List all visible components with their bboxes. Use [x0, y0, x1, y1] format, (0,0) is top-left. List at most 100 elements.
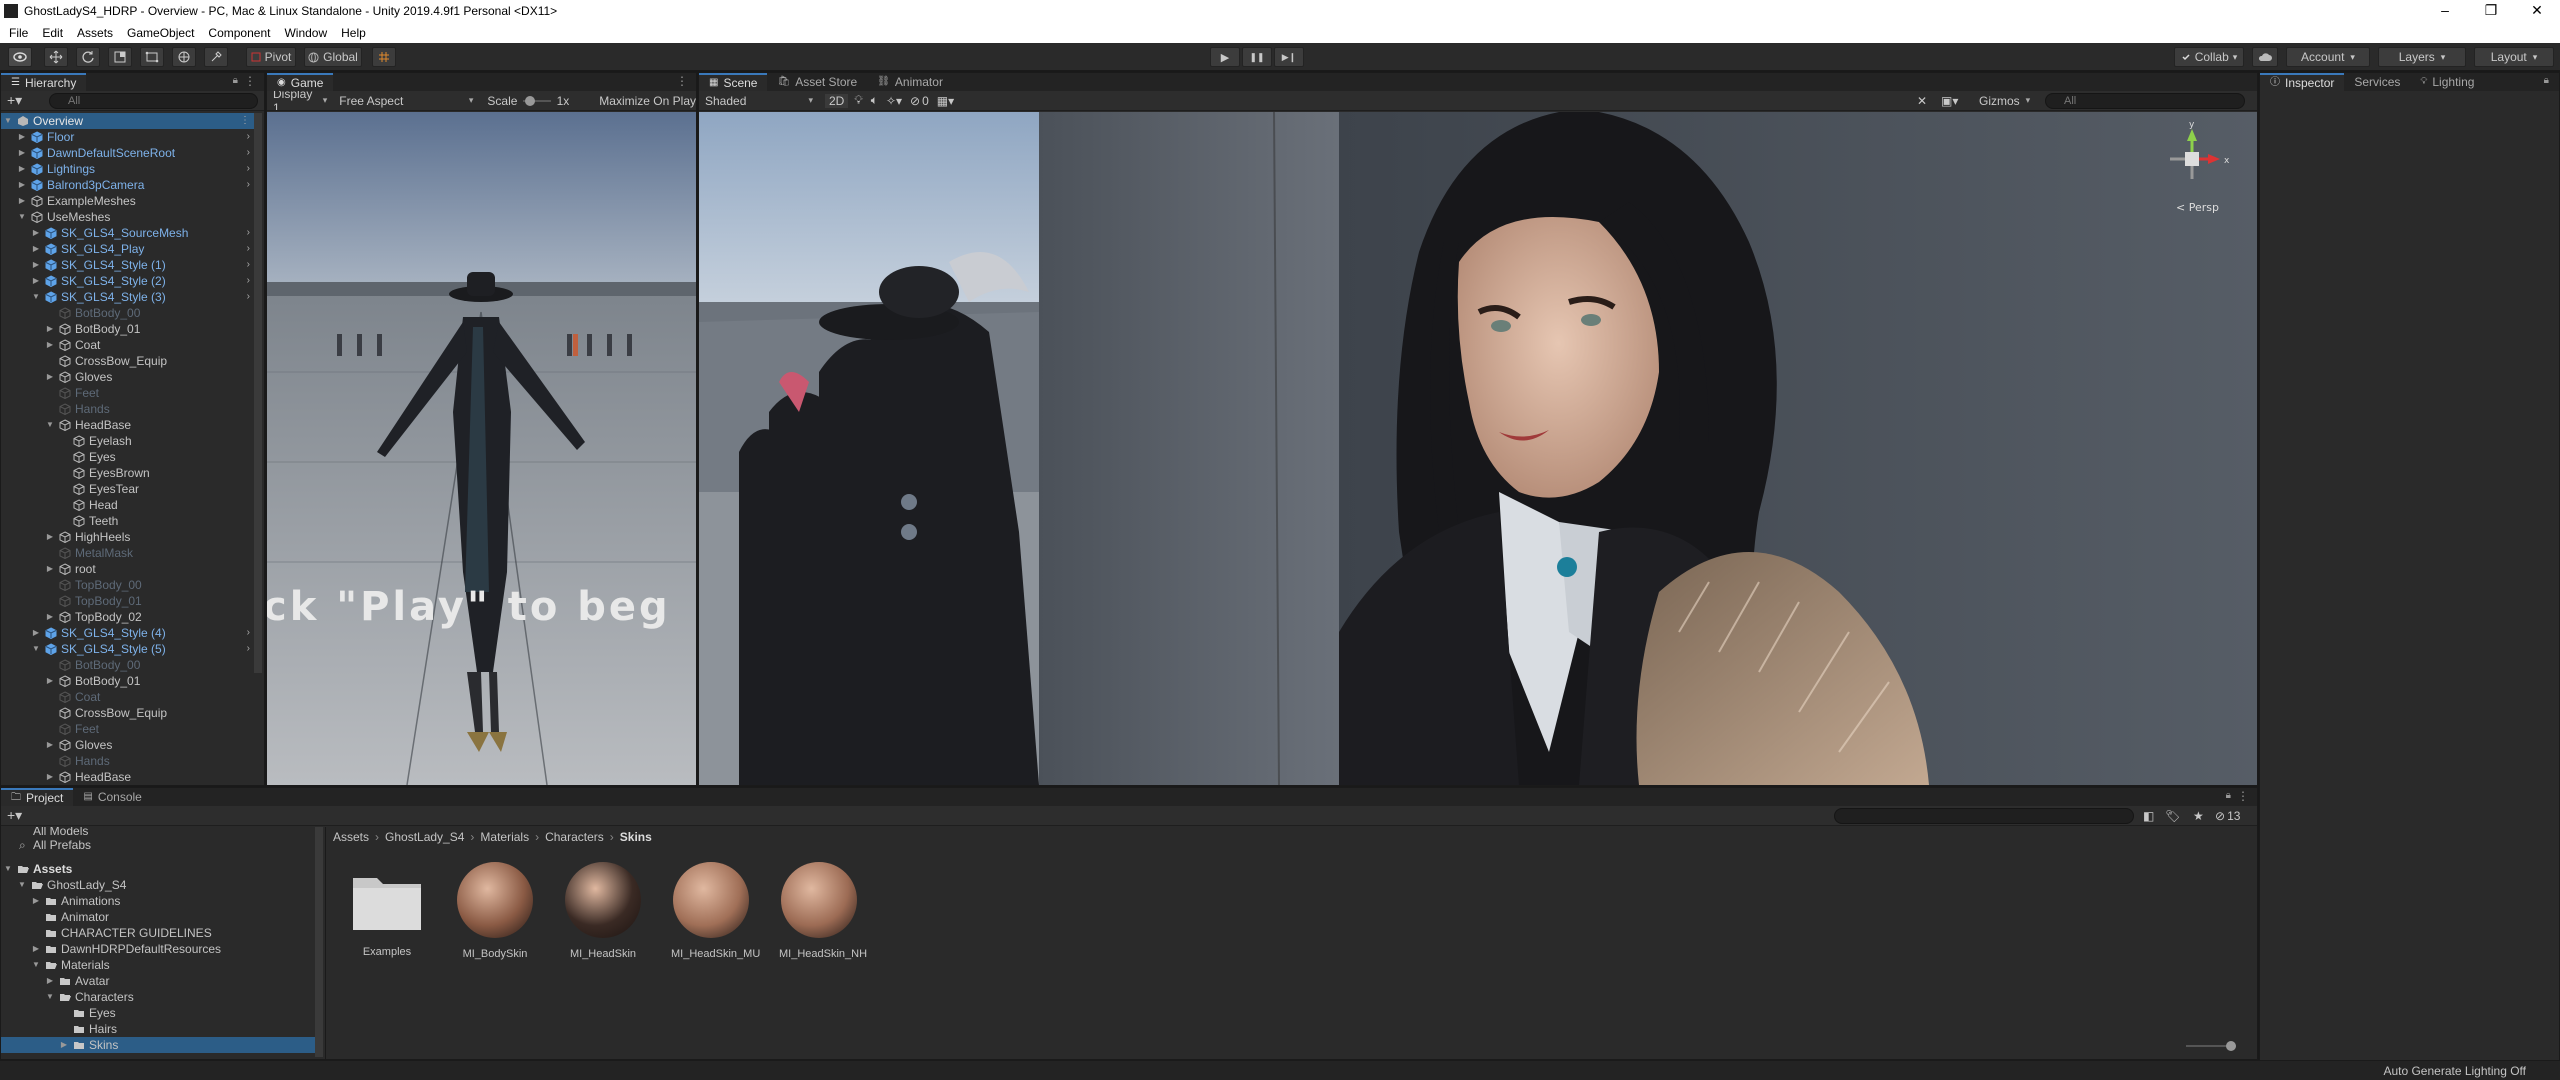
- project-folder-item[interactable]: ▶ DawnHDRPDefaultResources: [1, 941, 315, 957]
- maximize-on-play-toggle[interactable]: Maximize On Play: [599, 94, 696, 108]
- rotate-tool-icon[interactable]: [76, 47, 100, 67]
- maximize-button[interactable]: ❐: [2468, 0, 2514, 22]
- expand-arrow-icon[interactable]: ▼: [3, 861, 13, 877]
- hierarchy-item[interactable]: ▶ ExampleMeshes: [1, 193, 254, 209]
- hierarchy-item[interactable]: Feet: [1, 721, 254, 737]
- hierarchy-item[interactable]: ▶ SK_GLS4_Style (2) ›: [1, 273, 254, 289]
- move-tool-icon[interactable]: [44, 47, 68, 67]
- tab-scene[interactable]: ▦ Scene: [699, 73, 768, 91]
- project-folder-item[interactable]: CHARACTER GUIDELINES: [1, 925, 315, 941]
- effects-dropdown-icon[interactable]: ✧▾: [886, 94, 902, 108]
- collapse-arrow-icon[interactable]: ▶: [45, 337, 55, 353]
- hierarchy-item[interactable]: BotBody_00: [1, 305, 254, 321]
- collapse-arrow-icon[interactable]: ▶: [31, 941, 41, 957]
- perspective-label[interactable]: < Persp: [2176, 201, 2219, 214]
- collapse-arrow-icon[interactable]: ▶: [31, 273, 41, 289]
- lighting-toggle-icon[interactable]: 💡︎: [854, 93, 862, 108]
- hierarchy-item[interactable]: ▼ SK_GLS4_Style (3) ›: [1, 289, 254, 305]
- collapse-arrow-icon[interactable]: ▶: [59, 1037, 69, 1053]
- collapse-arrow-icon[interactable]: ▶: [45, 769, 55, 785]
- hierarchy-item[interactable]: ▶ HighHeels: [1, 529, 254, 545]
- thumbnail-size-slider[interactable]: [2186, 1041, 2236, 1051]
- kebab-menu-icon[interactable]: ⋮: [244, 74, 256, 88]
- project-folder-item[interactable]: ▶ Avatar: [1, 973, 315, 989]
- search-by-type-icon[interactable]: ◧: [2143, 809, 2154, 823]
- grid-dropdown-icon[interactable]: ▦▾: [937, 94, 954, 108]
- hierarchy-item[interactable]: MetalMask: [1, 545, 254, 561]
- open-prefab-chevron-icon[interactable]: ›: [247, 289, 250, 305]
- expand-arrow-icon[interactable]: ▼: [3, 113, 13, 129]
- hierarchy-scene-row[interactable]: ▼ Overview ⋮: [1, 113, 254, 129]
- tab-console[interactable]: ▤ Console: [73, 788, 151, 806]
- collapse-arrow-icon[interactable]: ▶: [31, 225, 41, 241]
- pivot-toggle[interactable]: Pivot: [246, 47, 296, 67]
- step-button[interactable]: ▶❙: [1274, 47, 1304, 67]
- global-toggle[interactable]: Global: [304, 47, 362, 67]
- game-viewport[interactable]: ck "Play" to beg: [267, 112, 696, 785]
- open-prefab-chevron-icon[interactable]: ›: [247, 273, 250, 289]
- breadcrumb-characters[interactable]: Characters: [545, 830, 604, 844]
- expand-arrow-icon[interactable]: ▼: [31, 641, 41, 657]
- open-prefab-chevron-icon[interactable]: ›: [247, 641, 250, 657]
- tab-lighting[interactable]: 💡︎ Lighting: [2410, 73, 2484, 91]
- camera-dropdown-icon[interactable]: ▣▾: [1941, 94, 1958, 108]
- hierarchy-item[interactable]: Head: [1, 497, 254, 513]
- scale-tool-icon[interactable]: [108, 47, 132, 67]
- menu-component[interactable]: Component: [201, 26, 277, 40]
- close-button[interactable]: ✕: [2514, 0, 2560, 22]
- collapse-arrow-icon[interactable]: ▶: [31, 893, 41, 909]
- rect-tool-icon[interactable]: [140, 47, 164, 67]
- hierarchy-item[interactable]: TopBody_01: [1, 593, 254, 609]
- open-prefab-chevron-icon[interactable]: ›: [247, 129, 250, 145]
- menu-file[interactable]: File: [2, 26, 35, 40]
- collapse-arrow-icon[interactable]: ▶: [31, 257, 41, 273]
- account-dropdown[interactable]: Account ▾: [2286, 47, 2370, 67]
- scene-viewport[interactable]: y x < Persp: [699, 112, 2257, 785]
- tab-services[interactable]: Services: [2344, 73, 2410, 91]
- audio-toggle-icon[interactable]: 🔈︎: [871, 93, 878, 108]
- hierarchy-item[interactable]: ▼ SK_GLS4_Style (5) ›: [1, 641, 254, 657]
- tab-animator[interactable]: ⛓︎ Animator: [867, 73, 953, 91]
- search-by-label-icon[interactable]: 🏷︎: [2165, 809, 2180, 823]
- hierarchy-item[interactable]: ▶ HeadBase: [1, 769, 254, 785]
- hierarchy-item[interactable]: ▶ SK_GLS4_Style (1) ›: [1, 257, 254, 273]
- collapse-arrow-icon[interactable]: ▶: [45, 529, 55, 545]
- cloud-icon[interactable]: [2252, 47, 2278, 67]
- open-prefab-chevron-icon[interactable]: ›: [247, 145, 250, 161]
- layers-dropdown[interactable]: Layers ▾: [2378, 47, 2466, 67]
- open-prefab-chevron-icon[interactable]: ›: [247, 177, 250, 193]
- asset-material-tile[interactable]: MI_HeadSkin_NH: [779, 860, 867, 960]
- open-prefab-chevron-icon[interactable]: ›: [247, 625, 250, 641]
- project-folder-item[interactable]: Eyes: [1, 1005, 315, 1021]
- hierarchy-item[interactable]: ▶ DawnDefaultSceneRoot ›: [1, 145, 254, 161]
- hierarchy-item[interactable]: ▶ BotBody_01: [1, 321, 254, 337]
- display-dropdown[interactable]: Display 1: [267, 91, 333, 110]
- expand-arrow-icon[interactable]: ▼: [17, 209, 27, 225]
- hierarchy-item[interactable]: Coat: [1, 689, 254, 705]
- hierarchy-item[interactable]: ▶ Gloves: [1, 369, 254, 385]
- breadcrumb-materials[interactable]: Materials: [480, 830, 529, 844]
- asset-material-tile[interactable]: MI_HeadSkin: [563, 860, 643, 960]
- create-plus-icon[interactable]: +▾: [1, 92, 26, 109]
- collapse-arrow-icon[interactable]: ▶: [45, 321, 55, 337]
- hierarchy-item[interactable]: EyesTear: [1, 481, 254, 497]
- layout-dropdown[interactable]: Layout ▾: [2474, 47, 2554, 67]
- shading-dropdown[interactable]: Shaded: [699, 92, 819, 110]
- hierarchy-item[interactable]: TopBody_00: [1, 577, 254, 593]
- hierarchy-item[interactable]: ▶ SK_GLS4_SourceMesh ›: [1, 225, 254, 241]
- scene-search-input[interactable]: All: [2045, 93, 2245, 109]
- hierarchy-item[interactable]: ▶ SK_GLS4_Play ›: [1, 241, 254, 257]
- expand-arrow-icon[interactable]: ▼: [45, 417, 55, 433]
- project-folder-item[interactable]: ▶ Animations: [1, 893, 315, 909]
- menu-edit[interactable]: Edit: [35, 26, 70, 40]
- aspect-dropdown[interactable]: Free Aspect: [333, 92, 479, 110]
- asset-material-tile[interactable]: MI_BodySkin: [455, 860, 535, 960]
- expand-arrow-icon[interactable]: ▼: [31, 957, 41, 973]
- collapse-arrow-icon[interactable]: ▶: [31, 625, 41, 641]
- snap-grid-icon[interactable]: [372, 47, 396, 67]
- hidden-objects-toggle[interactable]: ⊘ 0: [910, 94, 929, 108]
- expand-arrow-icon[interactable]: ▼: [45, 989, 55, 1005]
- project-folder-item[interactable]: Animator: [1, 909, 315, 925]
- collapse-arrow-icon[interactable]: ▶: [45, 369, 55, 385]
- hierarchy-item[interactable]: ▶ SK_GLS4_Style (4) ›: [1, 625, 254, 641]
